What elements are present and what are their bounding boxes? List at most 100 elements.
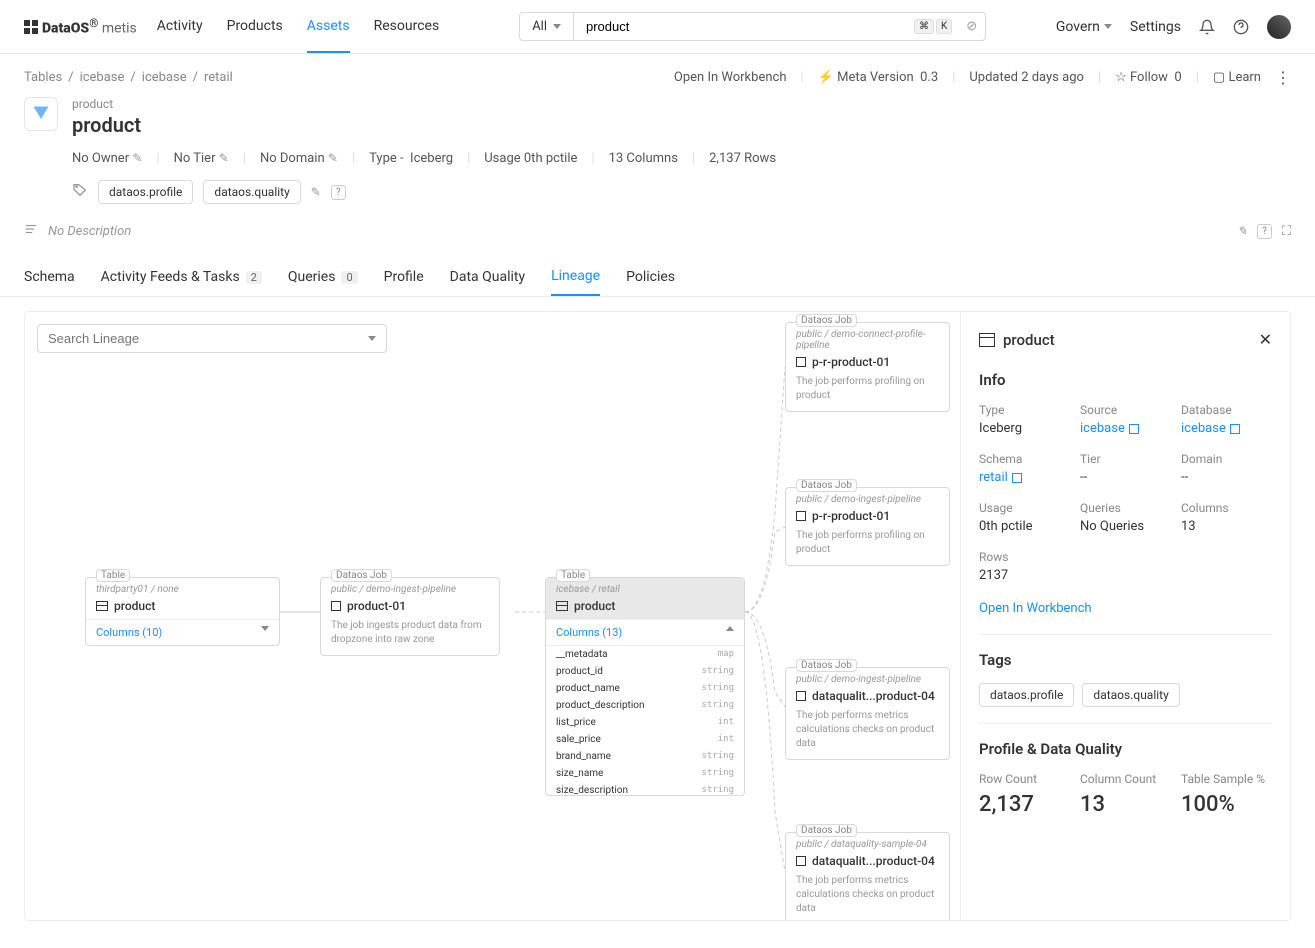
learn-link[interactable]: ▢ Learn [1213, 70, 1261, 85]
lineage-node-job[interactable]: Dataos Job public / dataquality-sample-0… [785, 832, 950, 920]
tag-chip[interactable]: dataos.quality [1082, 683, 1179, 707]
panel-tags: dataos.profile dataos.quality [979, 683, 1272, 707]
tab-profile[interactable]: Profile [384, 258, 424, 296]
column-row[interactable]: list_priceint [546, 714, 744, 731]
lineage-node-source-table[interactable]: Table thirdparty01 / none product Column… [85, 577, 280, 646]
open-in-workbench-link[interactable]: Open In Workbench [979, 601, 1272, 616]
node-description: The job performs metrics calculations ch… [786, 874, 949, 920]
lineage-area: Table thirdparty01 / none product Column… [24, 311, 1291, 921]
tier-field[interactable]: No Tier ✎ [174, 151, 229, 166]
info-value: -- [1181, 470, 1272, 485]
tag-chip[interactable]: dataos.profile [98, 180, 193, 204]
breadcrumb-item[interactable]: Tables [24, 70, 62, 85]
govern-menu[interactable]: Govern [1056, 19, 1112, 35]
lineage-canvas[interactable]: Table thirdparty01 / none product Column… [25, 312, 960, 920]
tab-policies[interactable]: Policies [626, 258, 675, 296]
bell-icon[interactable] [1199, 19, 1215, 35]
info-label: Tier [1080, 452, 1171, 466]
node-description: The job performs profiling on product [786, 529, 949, 565]
lineage-node-job[interactable]: Dataos Job public / demo-ingest-pipeline… [320, 577, 500, 656]
open-workbench-link[interactable]: Open In Workbench [674, 70, 787, 85]
meta-version: ⚡ Meta Version 0.3 [818, 70, 938, 85]
breadcrumb-item[interactable]: icebase [80, 70, 125, 85]
more-menu-icon[interactable]: ⋮ [1275, 68, 1291, 87]
edit-icon[interactable]: ✎ [219, 151, 229, 165]
pq-value: 100% [1181, 792, 1272, 817]
node-title: p-r-product-01 [786, 353, 949, 375]
page-header: Tables / icebase / icebase / retail Open… [0, 54, 1315, 87]
detail-tabs: Schema Activity Feeds & Tasks2 Queries0 … [0, 248, 1315, 297]
lineage-node-job[interactable]: Dataos Job public / demo-ingest-pipeline… [785, 487, 950, 566]
profile-quality-heading: Profile & Data Quality [979, 740, 1272, 758]
owner-field[interactable]: No Owner ✎ [72, 151, 142, 166]
tag-chip[interactable]: dataos.profile [979, 683, 1074, 707]
column-row[interactable]: size_descriptionstring [546, 782, 744, 795]
tab-activity[interactable]: Activity Feeds & Tasks2 [101, 258, 262, 296]
tag-row: dataos.profile dataos.quality ✎ ? [0, 166, 1315, 204]
search-input[interactable] [574, 13, 914, 40]
nav-resources[interactable]: Resources [374, 1, 440, 53]
rows-count: 2,137 Rows [709, 151, 776, 166]
lineage-node-job[interactable]: Dataos Job public / demo-ingest-pipeline… [785, 667, 950, 760]
info-value: -- [1080, 470, 1171, 485]
column-row[interactable]: sale_priceint [546, 731, 744, 748]
node-columns-toggle[interactable]: Columns (10) [86, 619, 279, 645]
search-clear-icon[interactable]: ⊘ [958, 19, 985, 34]
column-row[interactable]: __metadatamap [546, 646, 744, 663]
edit-description-icon[interactable]: ✎ [1237, 224, 1247, 239]
column-row[interactable]: product_descriptionstring [546, 697, 744, 714]
tab-queries[interactable]: Queries0 [288, 258, 358, 296]
domain-field[interactable]: No Domain ✎ [260, 151, 338, 166]
request-tag-icon[interactable]: ? [331, 185, 346, 200]
chevron-down-icon [368, 336, 376, 341]
edit-tags-icon[interactable]: ✎ [311, 185, 321, 199]
tab-lineage[interactable]: Lineage [551, 258, 600, 296]
node-type-label: Table [96, 569, 130, 582]
request-description-icon[interactable]: ? [1257, 224, 1272, 239]
pq-value: 2,137 [979, 792, 1070, 817]
schema-link[interactable]: retail [979, 470, 1070, 485]
database-link[interactable]: icebase [1181, 421, 1272, 436]
column-row[interactable]: brand_namestring [546, 748, 744, 765]
description-placeholder[interactable]: No Description [48, 224, 131, 239]
nav-assets[interactable]: Assets [307, 1, 350, 53]
search-filter-dropdown[interactable]: All [520, 13, 574, 40]
tab-data-quality[interactable]: Data Quality [450, 258, 525, 296]
lineage-node-selected-table[interactable]: Table icebase / retail product Columns (… [545, 577, 745, 796]
follow-button[interactable]: ☆ Follow 0 [1115, 70, 1182, 85]
logo[interactable]: DataOS® metis [24, 16, 137, 37]
info-value: Iceberg [979, 421, 1070, 436]
global-search[interactable]: All ⌘ K ⊘ [519, 12, 986, 41]
column-row[interactable]: product_namestring [546, 680, 744, 697]
external-link-icon [1230, 424, 1240, 434]
edit-icon[interactable]: ✎ [132, 151, 142, 165]
lineage-search[interactable] [37, 324, 387, 353]
breadcrumb-item[interactable]: retail [204, 70, 233, 85]
page-title: product [72, 113, 141, 137]
lineage-search-input[interactable] [48, 331, 368, 346]
lineage-node-job[interactable]: Dataos Job public / demo-connect-profile… [785, 322, 950, 412]
tag-chip[interactable]: dataos.quality [203, 180, 300, 204]
node-column-list[interactable]: __metadatamapproduct_idstringproduct_nam… [546, 645, 744, 795]
help-icon[interactable] [1233, 19, 1249, 35]
settings-link[interactable]: Settings [1130, 19, 1181, 35]
nav-products[interactable]: Products [227, 1, 283, 53]
title-block: product product [0, 87, 1315, 137]
breadcrumb-item[interactable]: icebase [142, 70, 187, 85]
table-icon [556, 601, 568, 611]
tab-schema[interactable]: Schema [24, 258, 75, 296]
user-avatar[interactable] [1267, 15, 1291, 39]
usage-field: Usage 0th pctile [484, 151, 577, 166]
expand-icon[interactable]: ⛶ [1282, 224, 1291, 239]
node-title: p-r-product-01 [786, 507, 949, 529]
column-row[interactable]: size_namestring [546, 765, 744, 782]
node-columns-toggle[interactable]: Columns (13) [546, 619, 744, 645]
info-heading: Info [979, 371, 1272, 389]
nav-activity[interactable]: Activity [157, 1, 203, 53]
close-icon[interactable]: ✕ [1259, 330, 1272, 349]
external-link-icon [1129, 424, 1139, 434]
node-type-label: Dataos Job [796, 479, 857, 492]
column-row[interactable]: product_idstring [546, 663, 744, 680]
source-link[interactable]: icebase [1080, 421, 1171, 436]
edit-icon[interactable]: ✎ [328, 151, 338, 165]
